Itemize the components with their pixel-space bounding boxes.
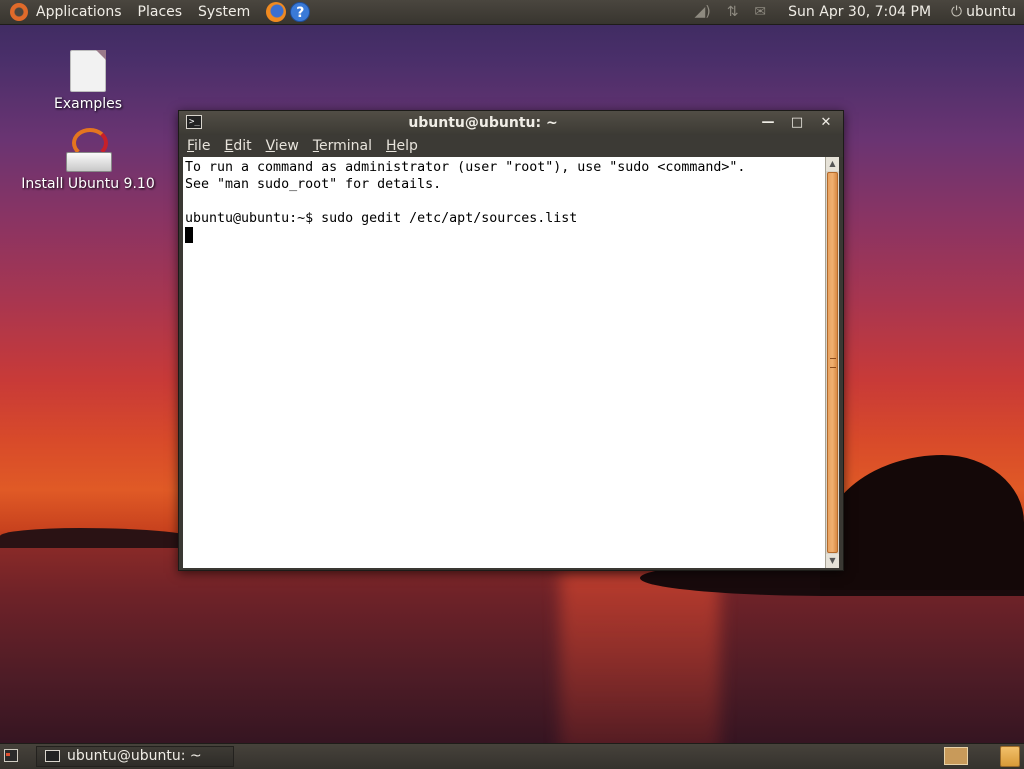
close-button[interactable]: ✕ (816, 113, 836, 133)
menu-applications[interactable]: Applications (28, 0, 130, 24)
scroll-down-arrow-icon[interactable]: ▼ (826, 554, 839, 568)
bottom-panel: ubuntu@ubuntu: ~ (0, 743, 1024, 769)
terminal-icon (45, 750, 60, 762)
scrollbar-grip-icon (830, 358, 836, 368)
minimize-button[interactable]: — (758, 113, 778, 133)
scroll-up-arrow-icon[interactable]: ▲ (826, 157, 839, 171)
menu-system[interactable]: System (190, 0, 258, 24)
menu-label: ile (194, 138, 211, 154)
taskbar-item-terminal[interactable]: ubuntu@ubuntu: ~ (36, 746, 234, 767)
menu-mnemonic: V (265, 138, 275, 154)
menu-label: erminal (319, 138, 372, 154)
install-drive-shape (66, 152, 112, 172)
menu-view[interactable]: View (260, 135, 305, 157)
user-menu[interactable]: ubuntu (962, 0, 1024, 24)
menu-mnemonic: F (187, 138, 195, 154)
wallpaper-reflection (560, 570, 720, 768)
clock[interactable]: Sun Apr 30, 7:04 PM (780, 0, 939, 24)
vertical-scrollbar[interactable]: ▲ ▼ (825, 157, 839, 568)
wallpaper-island (820, 455, 1024, 590)
window-title: ubuntu@ubuntu: ~ (408, 115, 558, 131)
menu-mnemonic: E (224, 138, 234, 154)
terminal-line: To run a command as administrator (user … (185, 160, 746, 175)
workspace-switcher[interactable] (944, 747, 968, 765)
mail-icon[interactable]: ✉ (754, 4, 766, 20)
scrollbar-thumb[interactable] (827, 172, 838, 553)
desktop-icon-label: Examples (53, 96, 123, 112)
desktop-icon-examples[interactable]: Examples (18, 50, 158, 112)
terminal-line: See "man sudo_root" for details. (185, 177, 442, 192)
menu-help[interactable]: Help (380, 135, 424, 157)
window-menubar: File Edit View Terminal Help (179, 135, 843, 157)
maximize-button[interactable]: □ (787, 113, 807, 133)
terminal-window: >_ ubuntu@ubuntu: ~ — □ ✕ File Edit View… (178, 110, 844, 571)
top-panel: Applications Places System ? ◢) ⇅ ✉ Sun … (0, 0, 1024, 25)
show-desktop-button[interactable] (4, 749, 18, 762)
terminal-output[interactable]: To run a command as administrator (user … (183, 157, 825, 568)
menu-mnemonic: H (386, 138, 397, 154)
menu-label: iew (274, 138, 299, 154)
menu-places[interactable]: Places (130, 0, 191, 24)
help-icon[interactable]: ? (290, 2, 311, 22)
menu-file[interactable]: File (181, 135, 216, 157)
wallpaper-far-shore (0, 528, 200, 548)
desktop-icon-install-ubuntu[interactable]: Install Ubuntu 9.10 (18, 128, 158, 192)
taskbar-item-label: ubuntu@ubuntu: ~ (67, 748, 202, 764)
terminal-line: ubuntu@ubuntu:~$ sudo gedit /etc/apt/sou… (185, 211, 578, 226)
installer-icon (64, 128, 112, 172)
text-cursor (185, 227, 193, 243)
window-titlebar[interactable]: >_ ubuntu@ubuntu: ~ — □ ✕ (179, 111, 843, 135)
folder-document-icon (70, 50, 106, 92)
menu-label: dit (233, 138, 252, 154)
menu-label: elp (396, 138, 418, 154)
trash-icon[interactable] (1000, 746, 1020, 767)
network-icon[interactable]: ⇅ (727, 4, 739, 20)
volume-icon[interactable]: ◢) (694, 4, 710, 20)
firefox-icon[interactable] (266, 2, 287, 22)
menu-edit[interactable]: Edit (218, 135, 257, 157)
power-icon[interactable]: ⏻ (951, 4, 962, 20)
desktop-icon-label: Install Ubuntu 9.10 (21, 176, 155, 192)
terminal-cursor-line (185, 227, 825, 244)
ubuntu-logo-icon[interactable] (10, 3, 28, 21)
menu-terminal[interactable]: Terminal (307, 135, 378, 157)
